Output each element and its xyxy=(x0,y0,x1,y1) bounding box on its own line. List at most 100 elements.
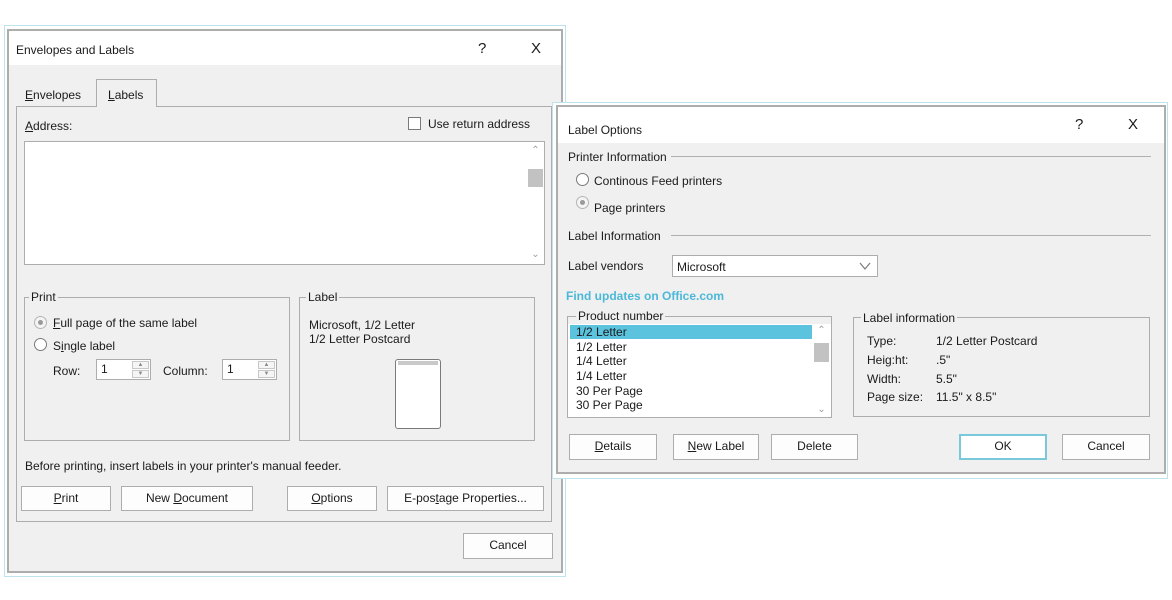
label-options-title: Label Options xyxy=(568,123,643,137)
tab-envelopes-text: nvelopes xyxy=(33,88,82,102)
close-button[interactable]: X xyxy=(531,40,541,57)
column-stepper[interactable]: 1 ▲ ▼ xyxy=(222,359,277,380)
row-label: Row: xyxy=(53,364,81,378)
scroll-thumb[interactable] xyxy=(814,343,829,362)
new-label-text: New Label xyxy=(687,439,745,453)
row-value: 1 xyxy=(101,362,108,376)
cancel-button[interactable]: Cancel xyxy=(463,533,553,559)
scroll-down-icon[interactable]: ⌄ xyxy=(527,248,544,262)
row-stepper[interactable]: 1 ▲ ▼ xyxy=(96,359,151,380)
continuous-feed-label[interactable]: Continous Feed printers xyxy=(594,174,722,188)
tab-labels-label: Labels xyxy=(108,88,144,102)
type-value: 1/2 Letter Postcard xyxy=(936,334,1038,348)
product-list-scrollbar[interactable]: ⌃ ⌄ xyxy=(813,324,830,417)
address-label-text: ddress: xyxy=(33,119,73,133)
height-key: Heig:ht: xyxy=(867,353,909,367)
options-button[interactable]: Options xyxy=(287,486,377,511)
tab-envelopes-label: Envelopes xyxy=(25,88,82,102)
product-number-legend: Product number xyxy=(576,309,666,323)
label-information-legend: Label information xyxy=(861,311,958,325)
column-value: 1 xyxy=(227,362,234,376)
feeder-note: Before printing, insert labels in your p… xyxy=(25,459,342,473)
row-up-icon[interactable]: ▲ xyxy=(132,361,149,369)
scroll-down-icon[interactable]: ⌄ xyxy=(813,403,830,417)
type-key: Type: xyxy=(867,334,897,348)
label-information-divider xyxy=(671,235,1151,236)
mnemonic-char: N xyxy=(687,439,697,453)
width-value: 5.5" xyxy=(936,372,957,386)
chevron-down-icon xyxy=(859,262,871,270)
tab-labels[interactable]: Labels xyxy=(96,79,157,107)
use-return-address-label[interactable]: Use return address xyxy=(428,117,530,131)
new-document-button[interactable]: New Document xyxy=(121,486,253,511)
page-size-value: 11.5" x 8.5" xyxy=(936,390,997,404)
label-preview-image[interactable] xyxy=(395,359,441,429)
tab-envelopes[interactable]: Envelopes xyxy=(17,82,93,106)
printer-information-heading: Printer Information xyxy=(568,150,667,164)
row-down-icon[interactable]: ▼ xyxy=(132,370,149,378)
mnemonic-char: D xyxy=(173,491,182,505)
dialog-title: Envelopes and Labels xyxy=(16,43,135,57)
new-document-text: New Document xyxy=(145,491,229,505)
mnemonic-char: t xyxy=(435,491,439,505)
column-up-icon[interactable]: ▲ xyxy=(258,361,275,369)
full-page-radio[interactable] xyxy=(34,316,47,329)
options-text: ptions xyxy=(320,491,353,505)
list-item[interactable]: 1/2 Letter xyxy=(570,340,812,354)
find-updates-link[interactable]: Find updates on Office.com xyxy=(566,289,724,303)
delete-button[interactable]: Delete xyxy=(771,434,858,460)
address-scrollbar[interactable]: ⌃ ⌄ xyxy=(527,142,544,264)
use-return-address-checkbox[interactable] xyxy=(408,117,421,130)
label-line-1: Microsoft, 1/2 Letter xyxy=(309,318,416,332)
mnemonic-char: i xyxy=(61,339,64,353)
height-value: .5" xyxy=(936,353,951,367)
full-page-label[interactable]: Full page of the same label xyxy=(53,316,197,330)
width-key: Width: xyxy=(867,372,902,386)
list-item[interactable]: 1/2 Letter xyxy=(570,325,812,339)
scroll-up-icon[interactable]: ⌃ xyxy=(527,144,544,158)
tab-labels-text: abels xyxy=(114,88,144,102)
list-item[interactable]: 1/4 Letter xyxy=(570,369,812,383)
details-button[interactable]: Details xyxy=(569,434,657,460)
label-options-close-button[interactable]: X xyxy=(1128,116,1138,133)
full-page-text: ull page of the same label xyxy=(60,316,198,330)
label-options-help-button[interactable]: ? xyxy=(1075,116,1083,133)
page-size-key: Page size: xyxy=(867,390,924,404)
page-printers-label[interactable]: Page printers xyxy=(594,201,665,215)
label-options-title-bar xyxy=(558,107,1164,143)
address-textarea[interactable]: ⌃ ⌄ xyxy=(24,141,545,265)
help-button[interactable]: ? xyxy=(478,40,486,57)
label-information-heading: Label Information xyxy=(568,229,661,243)
printer-information-divider xyxy=(671,156,1151,157)
address-label: Address: xyxy=(25,119,73,133)
scroll-up-icon[interactable]: ⌃ xyxy=(813,324,830,338)
continuous-feed-radio[interactable] xyxy=(576,173,589,186)
epostage-properties-button[interactable]: E-postage Properties... xyxy=(387,486,544,511)
mnemonic-char: D xyxy=(594,439,604,453)
column-label: Column: xyxy=(163,364,208,378)
single-label-text: Single label xyxy=(53,339,116,353)
scroll-thumb[interactable] xyxy=(528,169,543,187)
list-item[interactable]: 30 Per Page xyxy=(570,398,812,412)
print-button-text: rint xyxy=(61,491,79,505)
new-label-button[interactable]: New Label xyxy=(673,434,759,460)
tab-gap xyxy=(97,105,156,108)
column-down-icon[interactable]: ▼ xyxy=(258,370,275,378)
label-vendors-label: Label vendors xyxy=(568,259,644,273)
label-vendors-select[interactable]: Microsoft xyxy=(672,255,878,277)
single-label-label[interactable]: Single label xyxy=(53,339,115,353)
page-printers-radio[interactable] xyxy=(576,196,589,209)
product-number-list[interactable]: 1/2 Letter 1/2 Letter 1/4 Letter 1/4 Let… xyxy=(568,324,831,417)
details-text: Details xyxy=(594,439,632,453)
label-options-cancel-button[interactable]: Cancel xyxy=(1062,434,1150,460)
label-vendors-value: Microsoft xyxy=(677,260,726,274)
epostage-text: E-postage Properties... xyxy=(404,491,527,505)
ok-button[interactable]: OK xyxy=(959,434,1047,460)
single-label-radio[interactable] xyxy=(34,338,47,351)
list-item[interactable]: 1/4 Letter xyxy=(570,354,812,368)
print-button[interactable]: Print xyxy=(21,486,111,511)
list-item[interactable]: 30 Per Page xyxy=(570,384,812,398)
label-group-legend: Label xyxy=(306,290,340,304)
label-line-2: 1/2 Letter Postcard xyxy=(309,332,411,346)
print-group-legend: Print xyxy=(29,290,58,304)
